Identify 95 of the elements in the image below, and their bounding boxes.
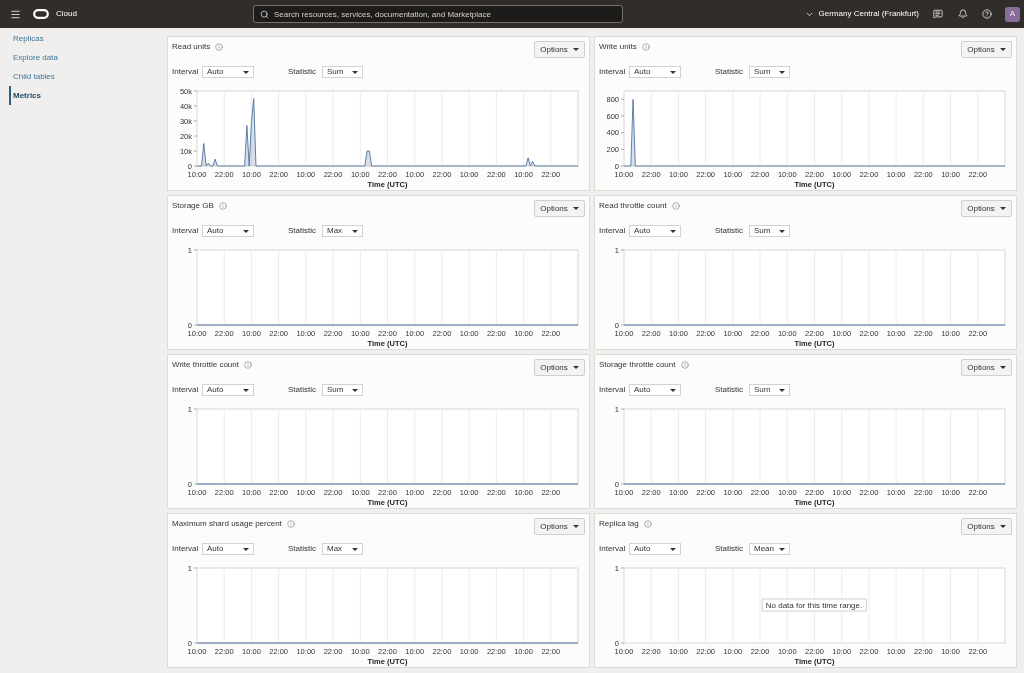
caret-icon bbox=[779, 229, 785, 233]
caret-icon bbox=[572, 366, 579, 369]
info-icon[interactable] bbox=[641, 43, 650, 51]
user-avatar[interactable]: A bbox=[1005, 6, 1020, 22]
caret-icon bbox=[999, 48, 1006, 51]
sidebar-link[interactable]: Metrics bbox=[9, 86, 43, 105]
field-label: Interval bbox=[172, 67, 200, 77]
caret-icon bbox=[352, 70, 358, 74]
statistic-select[interactable]: Sum bbox=[749, 225, 790, 237]
brand-name[interactable]: Cloud bbox=[56, 8, 77, 20]
panel-title: Write units bbox=[599, 41, 637, 53]
panel-title: Storage GB bbox=[172, 200, 214, 212]
options-button[interactable]: Options bbox=[534, 41, 585, 58]
options-button[interactable]: Options bbox=[961, 518, 1012, 535]
caret-icon bbox=[243, 547, 249, 551]
field-label: Interval bbox=[599, 226, 627, 236]
statistic-select[interactable]: Sum bbox=[749, 384, 790, 396]
search-field[interactable]: Search resources, services, documentation, and Marketplace bbox=[253, 5, 623, 23]
field-label: Statistic bbox=[288, 67, 317, 77]
caret-icon bbox=[243, 70, 249, 74]
info-icon[interactable] bbox=[244, 361, 252, 369]
notification-bell-icon[interactable] bbox=[958, 9, 968, 19]
caret-icon bbox=[779, 547, 785, 551]
statistic-select[interactable]: Sum bbox=[749, 66, 790, 78]
caret-icon bbox=[670, 70, 676, 74]
panel-title: Replica lag bbox=[599, 518, 639, 530]
options-button[interactable]: Options bbox=[961, 41, 1012, 58]
caret-icon bbox=[352, 229, 358, 233]
info-icon[interactable] bbox=[286, 520, 295, 528]
info-icon[interactable] bbox=[643, 520, 652, 528]
field-label: Interval bbox=[172, 544, 200, 554]
statistic-select[interactable]: Max bbox=[322, 543, 363, 555]
caret-icon bbox=[779, 70, 785, 74]
panel-title: Maximum shard usage percent bbox=[172, 518, 282, 530]
statistic-select[interactable]: Sum bbox=[322, 66, 363, 78]
field-label: Interval bbox=[172, 385, 200, 395]
field-label: Statistic bbox=[288, 226, 317, 236]
caret-icon bbox=[670, 388, 676, 392]
interval-select[interactable]: Auto bbox=[629, 384, 681, 396]
interval-select[interactable]: Auto bbox=[629, 66, 681, 78]
info-icon[interactable] bbox=[680, 361, 689, 369]
statistic-select[interactable]: Sum bbox=[322, 384, 363, 396]
caret-icon bbox=[572, 207, 579, 210]
caret-icon bbox=[243, 229, 249, 233]
caret-icon bbox=[779, 388, 785, 392]
help-icon[interactable] bbox=[982, 9, 992, 19]
interval-select[interactable]: Auto bbox=[202, 225, 254, 237]
options-button[interactable]: Options bbox=[534, 518, 585, 535]
panel-title: Read units bbox=[172, 41, 211, 53]
info-icon[interactable] bbox=[215, 43, 224, 51]
field-label: Interval bbox=[172, 226, 200, 236]
field-label: Statistic bbox=[715, 226, 744, 236]
caret-icon bbox=[670, 229, 676, 233]
field-label: Interval bbox=[599, 67, 627, 77]
caret-icon bbox=[999, 525, 1006, 528]
caret-icon bbox=[352, 388, 358, 392]
field-label: Interval bbox=[599, 544, 627, 554]
field-label: Statistic bbox=[288, 544, 317, 554]
caret-icon bbox=[352, 547, 358, 551]
menu-icon[interactable] bbox=[10, 8, 21, 20]
no-data-message: No data for this time range. bbox=[761, 598, 867, 612]
field-label: Statistic bbox=[288, 385, 317, 395]
field-label: Statistic bbox=[715, 385, 744, 395]
logo-icon[interactable] bbox=[33, 9, 49, 19]
sidebar-link[interactable]: Replicas bbox=[9, 29, 46, 48]
info-icon[interactable] bbox=[671, 202, 680, 210]
field-label: Statistic bbox=[715, 544, 744, 554]
caret-icon bbox=[243, 388, 249, 392]
interval-select[interactable]: Auto bbox=[629, 543, 681, 555]
search-icon bbox=[260, 9, 269, 19]
info-icon[interactable] bbox=[218, 202, 227, 210]
statistic-select[interactable]: Mean bbox=[749, 543, 790, 555]
options-button[interactable]: Options bbox=[961, 359, 1012, 376]
field-label: Statistic bbox=[715, 67, 744, 77]
sidebar-link[interactable]: Explore data bbox=[9, 48, 60, 67]
caret-icon bbox=[670, 547, 676, 551]
statistic-select[interactable]: Max bbox=[322, 225, 363, 237]
options-button[interactable]: Options bbox=[534, 200, 585, 217]
panel-title: Write throttle count bbox=[172, 359, 239, 371]
panel-title: Read throttle count bbox=[599, 200, 667, 212]
interval-select[interactable]: Auto bbox=[629, 225, 681, 237]
options-button[interactable]: Options bbox=[961, 200, 1012, 217]
interval-select[interactable]: Auto bbox=[202, 543, 254, 555]
caret-icon bbox=[572, 48, 579, 51]
caret-icon bbox=[999, 366, 1006, 369]
panel-title: Storage throttle count bbox=[599, 359, 676, 371]
interval-select[interactable]: Auto bbox=[202, 384, 254, 396]
field-label: Interval bbox=[599, 385, 627, 395]
caret-icon bbox=[999, 207, 1006, 210]
chat-icon[interactable] bbox=[933, 9, 943, 19]
options-button[interactable]: Options bbox=[534, 359, 585, 376]
region-selector[interactable]: Germany Central (Frankfurt) bbox=[804, 8, 919, 20]
sidebar-link[interactable]: Child tables bbox=[9, 67, 57, 86]
caret-icon bbox=[572, 525, 579, 528]
interval-select[interactable]: Auto bbox=[202, 66, 254, 78]
